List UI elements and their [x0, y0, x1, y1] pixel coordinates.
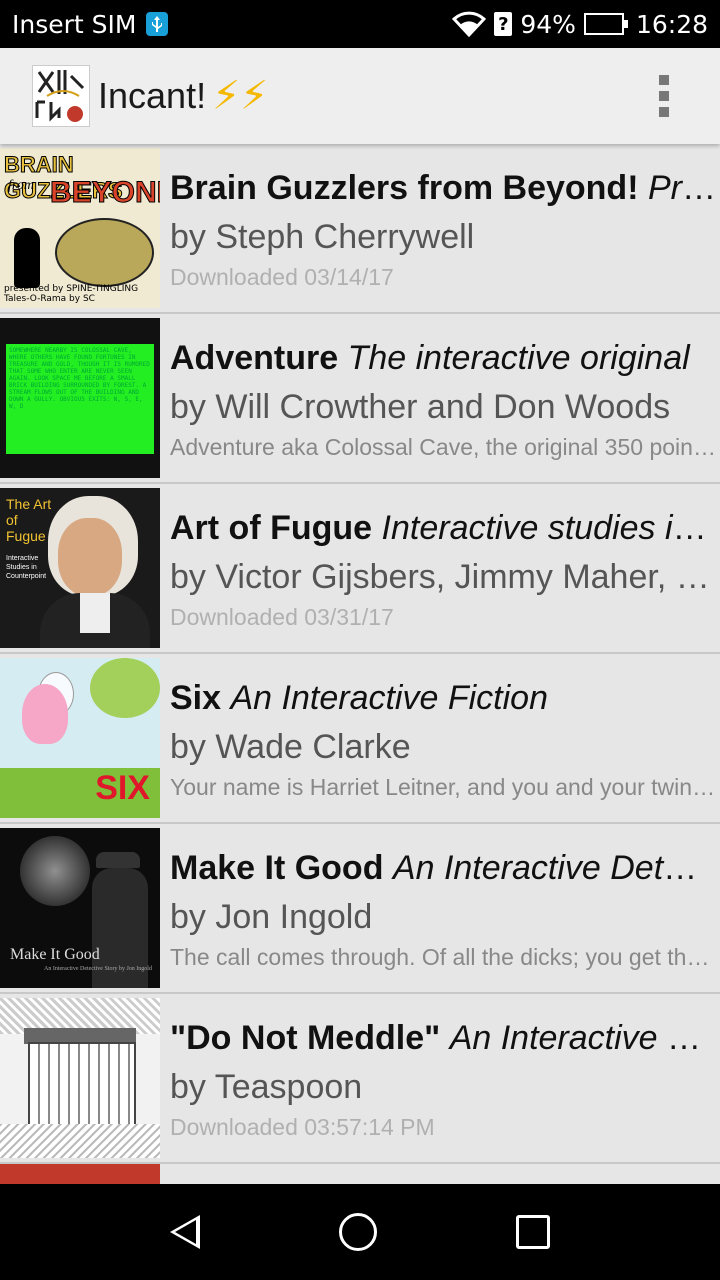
carrier-label: Insert SIM	[12, 9, 137, 39]
game-author: by Victor Gijsbers, Jimmy Maher, et al.	[170, 558, 716, 596]
game-row[interactable]: SIX Six An Interactive Fiction by Wade C…	[0, 654, 720, 824]
app-bar: Incant! ⚡⚡	[0, 48, 720, 144]
game-author: by Jon Ingold	[170, 898, 373, 936]
game-subtitle: Prelude	[647, 169, 716, 207]
game-title: Six	[170, 679, 222, 717]
overflow-menu-icon[interactable]	[658, 75, 670, 117]
app-title: Incant!	[98, 75, 207, 116]
game-author: by Teaspoon	[170, 1068, 363, 1106]
no-sim-icon: ?	[494, 12, 513, 36]
game-info: Brain Guzzlers from Beyond! Prelude by S…	[160, 164, 720, 292]
cover-text: BEYOND!	[49, 176, 160, 210]
cover-text: The Art of Fugue	[6, 496, 52, 544]
game-cover-image: The Art of Fugue Interactive Studies in …	[0, 488, 160, 648]
game-row[interactable]	[0, 1164, 720, 1184]
game-cover-image: SOMEWHERE NEARBY IS COLOSSAL CAVE, WHERE…	[0, 318, 160, 478]
game-title: Art of Fugue	[170, 509, 373, 547]
back-icon[interactable]	[169, 1215, 200, 1249]
game-info: Six An Interactive Fiction by Wade Clark…	[160, 674, 720, 802]
cover-text: Interactive Studies in Counterpoint	[6, 555, 47, 580]
game-cover-image: Make It Good An Interactive Detective St…	[0, 828, 160, 988]
game-info: "Do Not Meddle" An Interactive Fiction b…	[160, 1014, 720, 1142]
game-title: Make It Good	[170, 849, 384, 887]
game-info: Art of Fugue Interactive studies in coun…	[160, 504, 720, 632]
game-cover-image: SIX	[0, 658, 160, 818]
game-info: Make It Good An Interactive Detective St…	[160, 844, 720, 972]
navigation-bar	[0, 1184, 720, 1280]
game-author: by Wade Clarke	[170, 728, 411, 766]
cover-text: presented by SPINE-TINGLING Tales-O-Rama…	[4, 284, 139, 304]
status-icons: ? 94% 16:28	[452, 10, 708, 39]
game-detail: Downloaded 03:57:14 PM	[170, 1114, 435, 1140]
cover-text: Make It Good	[10, 946, 100, 963]
game-row[interactable]: "Do Not Meddle" An Interactive Fiction b…	[0, 994, 720, 1164]
game-cover-image: BRAIN GUZZLERS from BEYOND! presented by…	[0, 148, 160, 308]
game-list[interactable]: BRAIN GUZZLERS from BEYOND! presented by…	[0, 144, 720, 1184]
game-detail: Your name is Harriet Leitner, and you an…	[170, 774, 716, 800]
recent-apps-icon[interactable]	[516, 1215, 551, 1249]
battery-percent: 94%	[520, 9, 576, 39]
game-detail: The call comes through. Of all the dicks…	[170, 944, 716, 970]
game-subtitle: Interactive studies in counterpoint	[381, 509, 716, 547]
clock: 16:28	[635, 9, 708, 39]
game-subtitle: An Interactive Fiction	[449, 1019, 716, 1057]
lightning-bolt-icon: ⚡⚡	[212, 73, 269, 119]
game-title: Brain Guzzlers from Beyond!	[170, 169, 639, 207]
cover-text: from	[8, 178, 34, 193]
wifi-icon	[452, 11, 487, 37]
cover-text: An Interactive Detective Story by Jon In…	[44, 966, 152, 972]
app-logo-icon[interactable]	[32, 65, 90, 127]
home-icon[interactable]	[338, 1213, 377, 1251]
game-author: by Steph Cherrywell	[170, 218, 475, 256]
game-subtitle: The interactive original	[347, 339, 690, 377]
game-cover-image	[0, 1164, 160, 1184]
game-detail: Downloaded 03/14/17	[170, 264, 394, 290]
game-cover-image	[0, 998, 160, 1158]
game-author: by Will Crowther and Don Woods	[170, 388, 671, 426]
game-subtitle: An Interactive Detective Story	[392, 849, 716, 887]
game-title: "Do Not Meddle"	[170, 1019, 441, 1057]
battery-icon	[583, 13, 628, 35]
cover-text: SOMEWHERE NEARBY IS COLOSSAL CAVE, WHERE…	[9, 347, 150, 410]
game-detail: Downloaded 03/31/17	[170, 604, 394, 630]
cover-text: SIX	[95, 769, 150, 807]
game-row[interactable]: The Art of Fugue Interactive Studies in …	[0, 484, 720, 654]
game-row[interactable]: SOMEWHERE NEARBY IS COLOSSAL CAVE, WHERE…	[0, 314, 720, 484]
game-row[interactable]: BRAIN GUZZLERS from BEYOND! presented by…	[0, 144, 720, 314]
game-detail: Adventure aka Colossal Cave, the origina…	[170, 434, 716, 460]
game-subtitle: An Interactive Fiction	[230, 679, 548, 717]
usb-icon	[146, 12, 169, 36]
status-bar: Insert SIM ? 94% 16:28	[0, 0, 720, 48]
game-title: Adventure	[170, 339, 339, 377]
game-info: Adventure The interactive original by Wi…	[160, 334, 720, 462]
game-row[interactable]: Make It Good An Interactive Detective St…	[0, 824, 720, 994]
